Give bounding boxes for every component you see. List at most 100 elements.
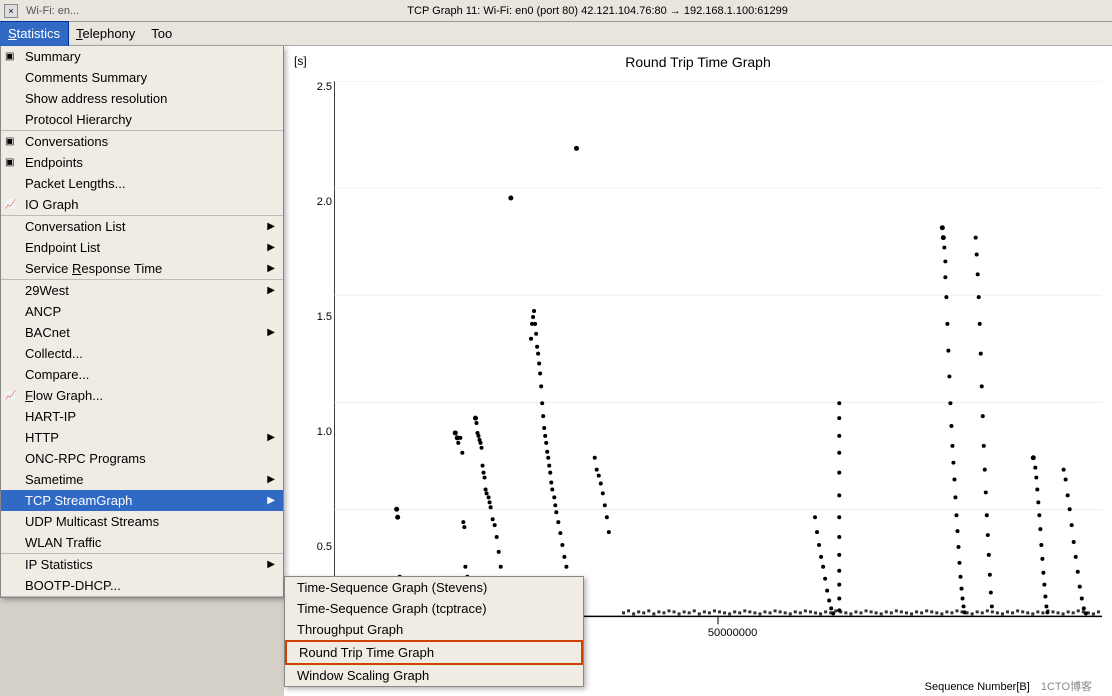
menu-bar: Statistics Telephony Too: [0, 22, 1112, 46]
menu-row-bootp[interactable]: BOOTP-DHCP...: [1, 575, 283, 596]
submenu-window-scaling[interactable]: Window Scaling Graph: [285, 665, 583, 686]
watermark: 1CTO博客: [1041, 681, 1092, 693]
summary-label: Summary: [25, 49, 81, 64]
menu-section-2: ▣ Conversations ▣ Endpoints Packet Lengt…: [1, 131, 283, 216]
y-axis: 2.5 2.0 1.5 1.0 0.5: [294, 81, 334, 656]
time-seq-tcptrace-label: Time-Sequence Graph (tcptrace): [297, 601, 487, 616]
protocol-label: Protocol Hierarchy: [25, 112, 132, 127]
menu-row-collectd[interactable]: Collectd...: [1, 343, 283, 364]
io-graph-label: IO Graph: [25, 197, 78, 212]
collectd-label: Collectd...: [25, 346, 83, 361]
y-tick-15: 1.5: [317, 311, 332, 323]
menu-row-service-response[interactable]: Service Response Time ▶: [1, 258, 283, 279]
throughput-graph-label: Throughput Graph: [297, 622, 403, 637]
tcp-streamgraph-label: TCP StreamGraph: [25, 493, 132, 508]
menu-row-endpoints[interactable]: ▣ Endpoints: [1, 152, 283, 173]
y-tick-10: 1.0: [317, 426, 332, 438]
menu-row-io-graph[interactable]: 📈 IO Graph: [1, 194, 283, 215]
menu-row-comments[interactable]: Comments Summary: [1, 67, 283, 88]
y-tick-25: 2.5: [317, 81, 332, 93]
menu-row-conversations[interactable]: ▣ Conversations: [1, 131, 283, 152]
y-tick-05: 0.5: [317, 541, 332, 553]
endpoint-list-arrow: ▶: [267, 242, 275, 253]
menu-tools-label: Too: [151, 26, 172, 41]
round-trip-time-label: Round Trip Time Graph: [299, 645, 434, 660]
menu-tools[interactable]: Too: [143, 22, 180, 46]
tcp-streamgraph-arrow: ▶: [267, 495, 275, 506]
menu-telephony[interactable]: Telephony: [68, 22, 143, 46]
conversations-icon: ▣: [5, 136, 14, 147]
onc-rpc-label: ONC-RPC Programs: [25, 451, 146, 466]
close-tab-button[interactable]: ×: [4, 4, 18, 18]
menu-section-3: Conversation List ▶ Endpoint List ▶ Serv…: [1, 216, 283, 280]
submenu-time-seq-stevens[interactable]: Time-Sequence Graph (Stevens): [285, 577, 583, 598]
bootp-label: BOOTP-DHCP...: [25, 578, 121, 593]
comments-label: Comments Summary: [25, 70, 147, 85]
menu-section-1: ▣ Summary Comments Summary Show address …: [1, 46, 283, 131]
menu-row-sametime[interactable]: Sametime ▶: [1, 469, 283, 490]
x-axis-label: Sequence Number[B] 1CTO博客: [925, 678, 1092, 694]
ip-statistics-arrow: ▶: [267, 559, 275, 570]
menu-row-endpoint-list[interactable]: Endpoint List ▶: [1, 237, 283, 258]
menu-row-protocol[interactable]: Protocol Hierarchy: [1, 109, 283, 130]
bacnet-arrow: ▶: [267, 327, 275, 338]
graph-title: Round Trip Time Graph: [284, 46, 1112, 74]
summary-icon: ▣: [5, 51, 14, 62]
wlan-traffic-label: WLAN Traffic: [25, 535, 101, 550]
submenu-round-trip-time[interactable]: Round Trip Time Graph: [285, 640, 583, 665]
ancp-label: ANCP: [25, 304, 61, 319]
endpoints-label: Endpoints: [25, 155, 83, 170]
service-response-label: Service Response Time: [25, 261, 162, 276]
service-response-arrow: ▶: [267, 263, 275, 274]
packet-lengths-label: Packet Lengths...: [25, 176, 125, 191]
x-axis-text: Sequence Number[B]: [925, 681, 1030, 693]
hart-ip-label: HART-IP: [25, 409, 76, 424]
menu-row-hart-ip[interactable]: HART-IP: [1, 406, 283, 427]
prev-tab[interactable]: Wi-Fi: en...: [26, 5, 79, 17]
submenu-throughput-graph[interactable]: Throughput Graph: [285, 619, 583, 640]
address-label: Show address resolution: [25, 91, 167, 106]
statistics-dropdown: ▣ Summary Comments Summary Show address …: [0, 46, 284, 598]
menu-section-4: 29West ▶ ANCP BACnet ▶ Collectd... Compa…: [1, 280, 283, 554]
menu-row-summary[interactable]: ▣ Summary: [1, 46, 283, 67]
menu-row-http[interactable]: HTTP ▶: [1, 427, 283, 448]
svg-text:50000000: 50000000: [708, 627, 757, 639]
menu-row-ip-statistics[interactable]: IP Statistics ▶: [1, 554, 283, 575]
bacnet-label: BACnet: [25, 325, 70, 340]
main-content: ▣ Summary Comments Summary Show address …: [0, 46, 1112, 696]
menu-row-29west[interactable]: 29West ▶: [1, 280, 283, 301]
udp-multicast-label: UDP Multicast Streams: [25, 514, 159, 529]
y-tick-20: 2.0: [317, 196, 332, 208]
sametime-arrow: ▶: [267, 474, 275, 485]
submenu-time-seq-tcptrace[interactable]: Time-Sequence Graph (tcptrace): [285, 598, 583, 619]
http-arrow: ▶: [267, 432, 275, 443]
menu-row-flow-graph[interactable]: 📈 Flow Graph...: [1, 385, 283, 406]
ip-statistics-label: IP Statistics: [25, 557, 93, 572]
menu-row-compare[interactable]: Compare...: [1, 364, 283, 385]
window-title: TCP Graph 11: Wi-Fi: en0 (port 80) 42.12…: [87, 5, 1108, 17]
conversation-list-arrow: ▶: [267, 221, 275, 232]
tcp-streamgraph-submenu: Time-Sequence Graph (Stevens) Time-Seque…: [284, 576, 584, 687]
menu-row-address[interactable]: Show address resolution: [1, 88, 283, 109]
compare-label: Compare...: [25, 367, 89, 382]
menu-row-udp-multicast[interactable]: UDP Multicast Streams: [1, 511, 283, 532]
time-seq-stevens-label: Time-Sequence Graph (Stevens): [297, 580, 487, 595]
menu-row-onc-rpc[interactable]: ONC-RPC Programs: [1, 448, 283, 469]
menu-row-conversation-list[interactable]: Conversation List ▶: [1, 216, 283, 237]
menu-row-ancp[interactable]: ANCP: [1, 301, 283, 322]
menu-row-packet-lengths[interactable]: Packet Lengths...: [1, 173, 283, 194]
29west-arrow: ▶: [267, 285, 275, 296]
menu-section-5: IP Statistics ▶ BOOTP-DHCP...: [1, 554, 283, 597]
title-bar: × Wi-Fi: en... TCP Graph 11: Wi-Fi: en0 …: [0, 0, 1112, 22]
io-graph-icon: 📈: [5, 199, 16, 210]
menu-row-wlan-traffic[interactable]: WLAN Traffic: [1, 532, 283, 553]
menu-row-tcp-streamgraph[interactable]: TCP StreamGraph ▶: [1, 490, 283, 511]
window-scaling-label: Window Scaling Graph: [297, 668, 429, 683]
graph-canvas: 50000000: [334, 81, 1102, 656]
conversation-list-label: Conversation List: [25, 219, 125, 234]
menu-telephony-label: Telephony: [76, 26, 135, 41]
menu-statistics[interactable]: Statistics: [0, 22, 68, 46]
endpoints-icon: ▣: [5, 157, 14, 168]
menu-row-bacnet[interactable]: BACnet ▶: [1, 322, 283, 343]
flow-graph-icon: 📈: [5, 390, 16, 401]
